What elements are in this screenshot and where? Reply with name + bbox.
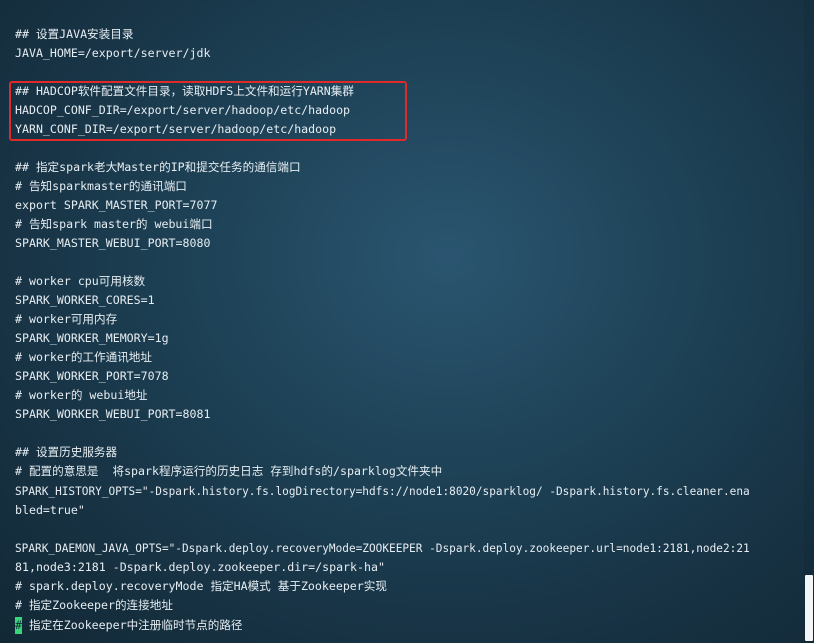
- terminal-line: # 告知spark master的 webui端口: [15, 217, 213, 231]
- terminal-line: SPARK_WORKER_PORT=7078: [15, 369, 169, 383]
- terminal-line: # 配置的意思是 将spark程序运行的历史日志 存到hdfs的/sparklo…: [15, 464, 443, 478]
- terminal-line: 81,node3:2181 -Dspark.deploy.zookeeper.d…: [15, 560, 385, 574]
- terminal-line: # worker可用内存: [15, 312, 118, 326]
- terminal-line: # worker的工作通讯地址: [15, 350, 152, 364]
- cursor-char: #: [15, 618, 22, 632]
- terminal-cursor: #: [15, 617, 22, 634]
- terminal-line: ## 设置历史服务器: [15, 445, 118, 459]
- highlight-annotation-box: [9, 81, 407, 141]
- terminal-line: # worker的 webui地址: [15, 388, 148, 402]
- terminal-line: SPARK_WORKER_MEMORY=1g: [15, 331, 169, 345]
- terminal-line: SPARK_WORKER_CORES=1: [15, 293, 155, 307]
- terminal-line: SPARK_MASTER_WEBUI_PORT=8080: [15, 236, 211, 250]
- terminal-line: ## 设置JAVA安装目录: [15, 27, 134, 41]
- terminal-line: JAVA_HOME=/export/server/jdk: [15, 46, 211, 60]
- terminal-line: bled=true": [15, 503, 85, 517]
- terminal-line: # worker cpu可用核数: [15, 274, 146, 288]
- terminal-window[interactable]: ## 设置JAVA安装目录 JAVA_HOME=/export/server/j…: [0, 0, 804, 643]
- terminal-line: # 告知sparkmaster的通讯端口: [15, 179, 187, 193]
- terminal-line: # spark.deploy.recoveryMode 指定HA模式 基于Zoo…: [15, 579, 387, 593]
- terminal-line-current: 指定在Zookeeper中注册临时节点的路径: [22, 618, 243, 632]
- terminal-line: # 指定Zookeeper的连接地址: [15, 598, 173, 612]
- terminal-line: SPARK_HISTORY_OPTS="-Dspark.history.fs.l…: [15, 485, 750, 498]
- terminal-line: export SPARK_MASTER_PORT=7077: [15, 198, 218, 212]
- terminal-line: ## 指定spark老大Master的IP和提交任务的通信端口: [15, 160, 301, 174]
- scrollbar-track[interactable]: [804, 0, 814, 643]
- scrollbar-thumb[interactable]: [805, 575, 813, 641]
- terminal-line: SPARK_WORKER_WEBUI_PORT=8081: [15, 407, 211, 421]
- terminal-line: SPARK_DAEMON_JAVA_OPTS="-Dspark.deploy.r…: [15, 542, 750, 555]
